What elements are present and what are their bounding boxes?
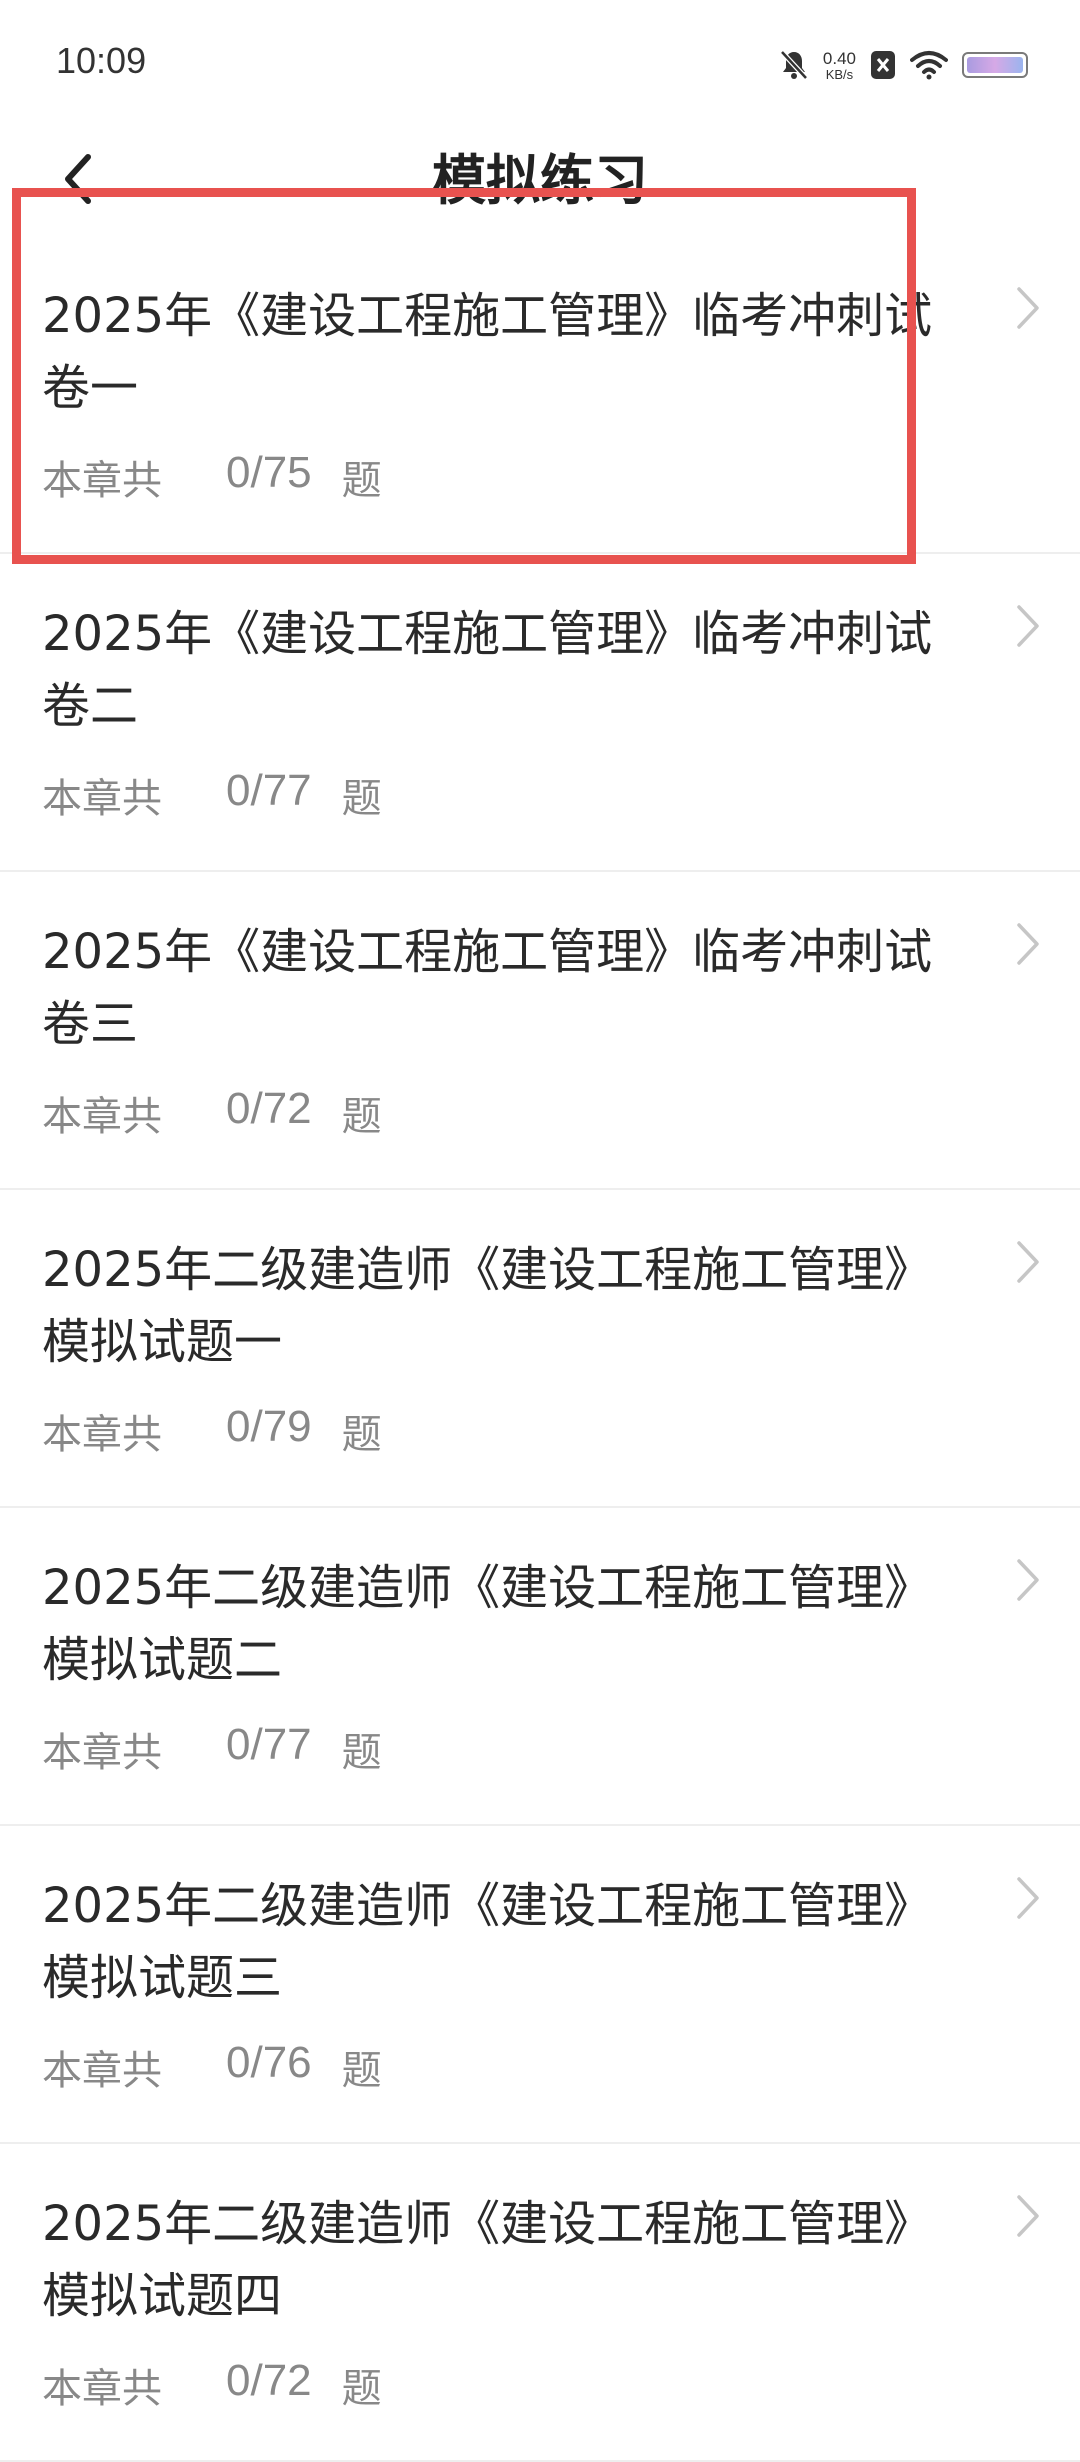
item-meta-suffix: 题 [341,1094,382,1140]
battery-level [967,57,1023,73]
network-speed-unit: KB/s [825,66,854,82]
item-title: 2025年二级建造师《建设工程施工管理》模拟试题二 [42,1560,933,1688]
list-item[interactable]: 2025年二级建造师《建设工程施工管理》模拟试题四 本章共 0/72 题 [0,2144,1080,2462]
item-progress-count: 0/75 [226,448,312,497]
exam-list: 2025年《建设工程施工管理》临考冲刺试卷一 本章共 0/75 题 2025年《… [0,236,1080,2462]
item-meta-prefix: 本章共 [42,776,162,822]
network-speed: 0.40 KB/s [823,49,856,82]
item-title: 2025年《建设工程施工管理》临考冲刺试卷三 [42,924,933,1052]
list-item[interactable]: 2025年《建设工程施工管理》临考冲刺试卷三 本章共 0/72 题 [0,872,1080,1190]
item-title: 2025年《建设工程施工管理》临考冲刺试卷一 [42,288,933,416]
status-icons: 0.40 KB/s [779,40,1028,90]
list-item[interactable]: 2025年二级建造师《建设工程施工管理》模拟试题一 本章共 0/79 题 [0,1190,1080,1508]
item-meta: 本章共 0/79 题 [42,1402,382,1460]
item-meta: 本章共 0/77 题 [42,1720,382,1778]
network-speed-value: 0.40 [822,48,856,68]
list-item[interactable]: 2025年《建设工程施工管理》临考冲刺试卷一 本章共 0/75 题 [0,236,1080,554]
item-meta-suffix: 题 [341,458,382,504]
chevron-right-icon [1017,1241,1039,1283]
chevron-right-icon [1017,1877,1039,1919]
list-item[interactable]: 2025年《建设工程施工管理》临考冲刺试卷二 本章共 0/77 题 [0,554,1080,872]
item-meta-suffix: 题 [341,1412,382,1458]
item-meta-prefix: 本章共 [42,2048,162,2094]
wifi-icon [910,51,948,80]
item-meta: 本章共 0/75 题 [42,448,382,506]
item-meta-prefix: 本章共 [42,1412,162,1458]
nav-bar: 模拟练习 [0,126,1080,236]
chevron-right-icon [1017,1559,1039,1601]
sim-blocked-icon [871,51,895,79]
item-meta-suffix: 题 [341,2366,382,2412]
chevron-right-icon [1017,287,1039,329]
item-meta: 本章共 0/72 题 [42,1084,382,1142]
item-progress-count: 0/72 [226,2356,312,2405]
list-item[interactable]: 2025年二级建造师《建设工程施工管理》模拟试题三 本章共 0/76 题 [0,1826,1080,2144]
item-meta-prefix: 本章共 [42,2366,162,2412]
bell-muted-icon [780,50,808,80]
item-meta: 本章共 0/77 题 [42,766,382,824]
item-title: 2025年二级建造师《建设工程施工管理》模拟试题四 [42,2196,933,2324]
status-bar: 10:09 0.40 KB/s [0,0,1080,126]
item-meta: 本章共 0/72 题 [42,2356,382,2414]
item-progress-count: 0/79 [226,1402,312,1451]
item-progress-count: 0/72 [226,1084,312,1133]
item-progress-count: 0/77 [226,1720,312,1769]
status-time: 10:09 [56,40,147,81]
item-progress-count: 0/76 [226,2038,312,2087]
item-progress-count: 0/77 [226,766,312,815]
item-title: 2025年二级建造师《建设工程施工管理》模拟试题一 [42,1242,933,1370]
item-meta-suffix: 题 [341,2048,382,2094]
item-meta-prefix: 本章共 [42,458,162,504]
item-title: 2025年《建设工程施工管理》临考冲刺试卷二 [42,606,933,734]
chevron-right-icon [1017,923,1039,965]
item-meta-prefix: 本章共 [42,1730,162,1776]
chevron-right-icon [1017,2195,1039,2237]
chevron-right-icon [1017,605,1039,647]
item-meta-suffix: 题 [341,1730,382,1776]
page-title: 模拟练习 [432,149,648,212]
item-meta-prefix: 本章共 [42,1094,162,1140]
item-meta: 本章共 0/76 题 [42,2038,382,2096]
list-item[interactable]: 2025年二级建造师《建设工程施工管理》模拟试题二 本章共 0/77 题 [0,1508,1080,1826]
item-meta-suffix: 题 [341,776,382,822]
item-title: 2025年二级建造师《建设工程施工管理》模拟试题三 [42,1878,933,2006]
battery-icon [962,52,1028,78]
